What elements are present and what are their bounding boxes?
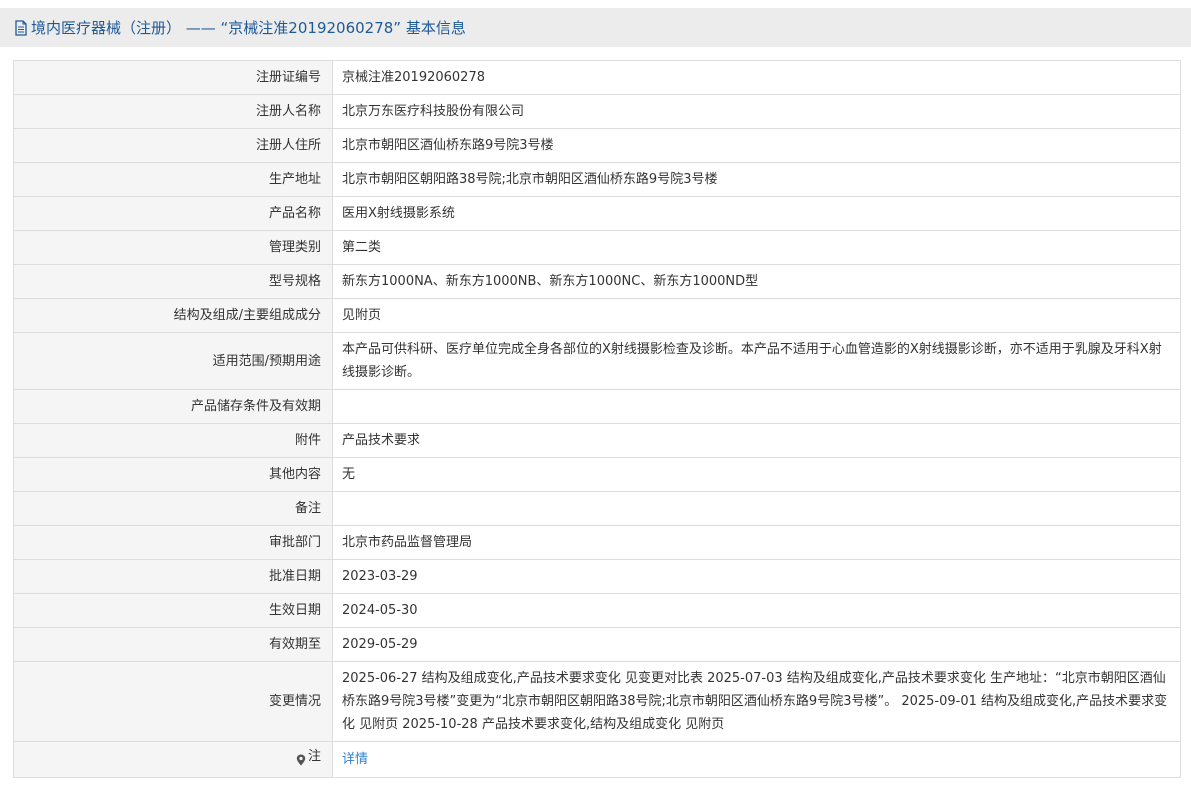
row-value: 产品技术要求 [332, 423, 1181, 458]
table-row: 附件 产品技术要求 [13, 423, 1181, 458]
row-value: 北京万东医疗科技股份有限公司 [332, 94, 1181, 129]
row-label: 结构及组成/主要组成成分 [13, 298, 333, 333]
page-header: 境内医疗器械（注册） —— “京械注准20192060278” 基本信息 [0, 8, 1191, 47]
table-row: 注册人住所 北京市朝阳区酒仙桥东路9号院3号楼 [13, 128, 1181, 163]
table-row: 管理类别 第二类 [13, 230, 1181, 265]
details-link[interactable]: 详情 [342, 752, 368, 767]
page-title: 境内医疗器械（注册） —— “京械注准20192060278” 基本信息 [31, 19, 466, 37]
table-row: 备注 [13, 491, 1181, 526]
row-label: 注册人住所 [13, 128, 333, 163]
document-icon [14, 19, 28, 36]
note-label-cell: 注 [13, 741, 333, 778]
row-value: 北京市朝阳区朝阳路38号院;北京市朝阳区酒仙桥东路9号院3号楼 [332, 162, 1181, 197]
row-label: 注册人名称 [13, 94, 333, 129]
note-label-text: 注 [307, 749, 321, 765]
row-value: 医用X射线摄影系统 [332, 196, 1181, 231]
row-label: 批准日期 [13, 559, 333, 594]
row-label: 附件 [13, 423, 333, 458]
row-label: 产品储存条件及有效期 [13, 389, 333, 424]
table-row: 结构及组成/主要组成成分 见附页 [13, 298, 1181, 333]
row-label: 产品名称 [13, 196, 333, 231]
note-row: 注 详情 [13, 741, 1181, 778]
table-row: 批准日期 2023-03-29 [13, 559, 1181, 594]
row-label: 生效日期 [13, 593, 333, 628]
row-label: 型号规格 [13, 264, 333, 299]
row-value: 本产品可供科研、医疗单位完成全身各部位的X射线摄影检查及诊断。本产品不适用于心血… [332, 332, 1181, 390]
row-label: 审批部门 [13, 525, 333, 560]
row-label: 有效期至 [13, 627, 333, 662]
row-value [332, 491, 1181, 526]
table-row: 注册人名称 北京万东医疗科技股份有限公司 [13, 94, 1181, 129]
info-table: 注册证编号 京械注准20192060278 注册人名称 北京万东医疗科技股份有限… [13, 60, 1181, 778]
table-row: 审批部门 北京市药品监督管理局 [13, 525, 1181, 560]
row-value: 京械注准20192060278 [332, 60, 1181, 95]
row-label: 生产地址 [13, 162, 333, 197]
note-label: 注 [296, 745, 321, 768]
row-value: 见附页 [332, 298, 1181, 333]
table-row: 变更情况 2025-06-27 结构及组成变化,产品技术要求变化 见变更对比表 … [13, 661, 1181, 742]
row-label: 变更情况 [13, 661, 333, 742]
row-value: 2023-03-29 [332, 559, 1181, 594]
row-value: 2025-06-27 结构及组成变化,产品技术要求变化 见变更对比表 2025-… [332, 661, 1181, 742]
table-row: 生产地址 北京市朝阳区朝阳路38号院;北京市朝阳区酒仙桥东路9号院3号楼 [13, 162, 1181, 197]
row-value: 2029-05-29 [332, 627, 1181, 662]
row-label: 适用范围/预期用途 [13, 332, 333, 390]
table-row: 型号规格 新东方1000NA、新东方1000NB、新东方1000NC、新东方10… [13, 264, 1181, 299]
row-label: 管理类别 [13, 230, 333, 265]
row-value: 第二类 [332, 230, 1181, 265]
row-value: 无 [332, 457, 1181, 492]
table-row: 注册证编号 京械注准20192060278 [13, 60, 1181, 95]
table-row: 生效日期 2024-05-30 [13, 593, 1181, 628]
row-label: 备注 [13, 491, 333, 526]
table-row: 产品储存条件及有效期 [13, 389, 1181, 424]
row-value [332, 389, 1181, 424]
row-value: 北京市药品监督管理局 [332, 525, 1181, 560]
row-value: 2024-05-30 [332, 593, 1181, 628]
row-value: 新东方1000NA、新东方1000NB、新东方1000NC、新东方1000ND型 [332, 264, 1181, 299]
row-value: 北京市朝阳区酒仙桥东路9号院3号楼 [332, 128, 1181, 163]
table-row: 产品名称 医用X射线摄影系统 [13, 196, 1181, 231]
table-row: 有效期至 2029-05-29 [13, 627, 1181, 662]
row-label: 其他内容 [13, 457, 333, 492]
table-row: 其他内容 无 [13, 457, 1181, 492]
location-pin-icon [296, 751, 306, 766]
row-label: 注册证编号 [13, 60, 333, 95]
note-value-cell: 详情 [332, 741, 1181, 778]
table-row: 适用范围/预期用途 本产品可供科研、医疗单位完成全身各部位的X射线摄影检查及诊断… [13, 332, 1181, 390]
